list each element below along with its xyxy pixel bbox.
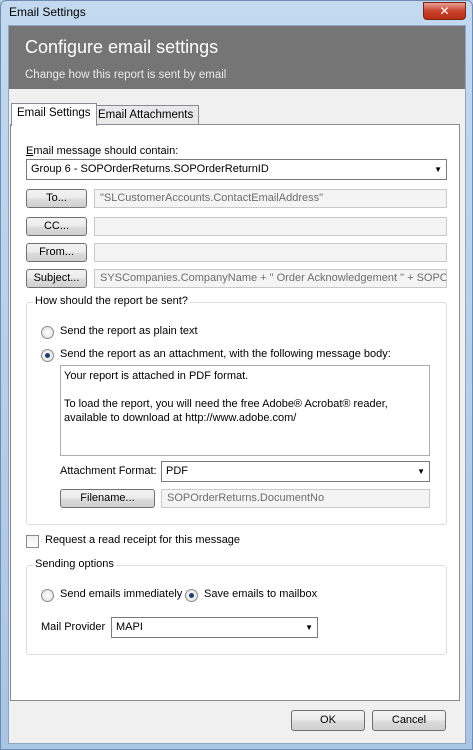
body-line-2: To load the report, you will need the fr… <box>64 398 391 424</box>
attachment-format-value: PDF <box>166 465 188 477</box>
from-button[interactable]: From... <box>26 243 87 262</box>
plain-text-radio[interactable] <box>41 326 54 339</box>
dialog-header: Configure email settings Change how this… <box>9 26 465 89</box>
close-icon: ✕ <box>439 4 450 18</box>
dialog-client: Configure email settings Change how this… <box>8 25 466 744</box>
chevron-down-icon: ▼ <box>434 165 442 174</box>
message-body-textarea[interactable]: Your report is attached in PDF format. T… <box>60 365 430 456</box>
contents-label-text: mail message should contain: <box>33 145 179 157</box>
chevron-down-icon: ▼ <box>305 623 313 632</box>
attachment-format-select[interactable]: PDF ▼ <box>161 461 430 482</box>
contents-label: Email message should contain: <box>26 145 179 157</box>
from-field[interactable] <box>94 243 447 262</box>
header-subtitle: Change how this report is sent by email <box>25 69 227 81</box>
to-button[interactable]: To... <box>26 189 87 208</box>
close-button[interactable]: ✕ <box>423 2 466 20</box>
save-to-mailbox-label[interactable]: Save emails to mailbox <box>204 588 317 600</box>
mail-provider-value: MAPI <box>116 621 143 633</box>
attachment-format-label: Attachment Format: <box>60 465 157 477</box>
save-to-mailbox-radio[interactable] <box>185 589 198 602</box>
send-immediately-label[interactable]: Send emails immediately <box>60 588 182 600</box>
header-title: Configure email settings <box>25 37 219 57</box>
chevron-down-icon: ▼ <box>417 467 425 476</box>
to-field[interactable]: "SLCustomerAccounts.ContactEmailAddress" <box>94 189 447 208</box>
plain-text-label[interactable]: Send the report as plain text <box>60 325 198 337</box>
filename-field[interactable]: SOPOrderReturns.DocumentNo <box>161 489 430 508</box>
read-receipt-checkbox[interactable] <box>26 535 39 548</box>
read-receipt-label[interactable]: Request a read receipt for this message <box>45 534 240 546</box>
send-immediately-radio[interactable] <box>41 589 54 602</box>
title-bar[interactable]: Email Settings ✕ <box>1 1 472 25</box>
contents-select-value: Group 6 - SOPOrderReturns.SOPOrderReturn… <box>31 163 269 175</box>
subject-button[interactable]: Subject... <box>26 269 87 288</box>
tab-email-attachments[interactable]: Email Attachments <box>92 105 200 126</box>
filename-button[interactable]: Filename... <box>60 489 155 508</box>
attachment-label[interactable]: Send the report as an attachment, with t… <box>60 348 391 360</box>
sending-options-group-title: Sending options <box>33 558 116 570</box>
cc-field[interactable] <box>94 217 447 236</box>
contents-select[interactable]: Group 6 - SOPOrderReturns.SOPOrderReturn… <box>26 159 447 180</box>
subject-field[interactable]: SYSCompanies.CompanyName + " Order Ackno… <box>94 269 447 288</box>
send-method-group: How should the report be sent? Send the … <box>26 295 447 525</box>
cancel-button[interactable]: Cancel <box>372 710 446 731</box>
email-settings-window: Email Settings ✕ Configure email setting… <box>0 0 473 750</box>
mail-provider-select[interactable]: MAPI ▼ <box>111 617 318 638</box>
mail-provider-label: Mail Provider <box>41 621 106 633</box>
ok-button[interactable]: OK <box>291 710 365 731</box>
body-line-1: Your report is attached in PDF format. <box>64 370 249 382</box>
send-method-group-title: How should the report be sent? <box>33 295 190 307</box>
attachment-radio[interactable] <box>41 349 54 362</box>
cc-button[interactable]: CC... <box>26 217 87 236</box>
sending-options-group: Sending options Send emails immediately … <box>26 558 447 655</box>
email-settings-panel: Email message should contain: Group 6 - … <box>10 124 460 701</box>
tab-email-settings[interactable]: Email Settings <box>11 103 97 126</box>
body-line-spacer <box>64 384 67 396</box>
window-title: Email Settings <box>9 5 86 19</box>
